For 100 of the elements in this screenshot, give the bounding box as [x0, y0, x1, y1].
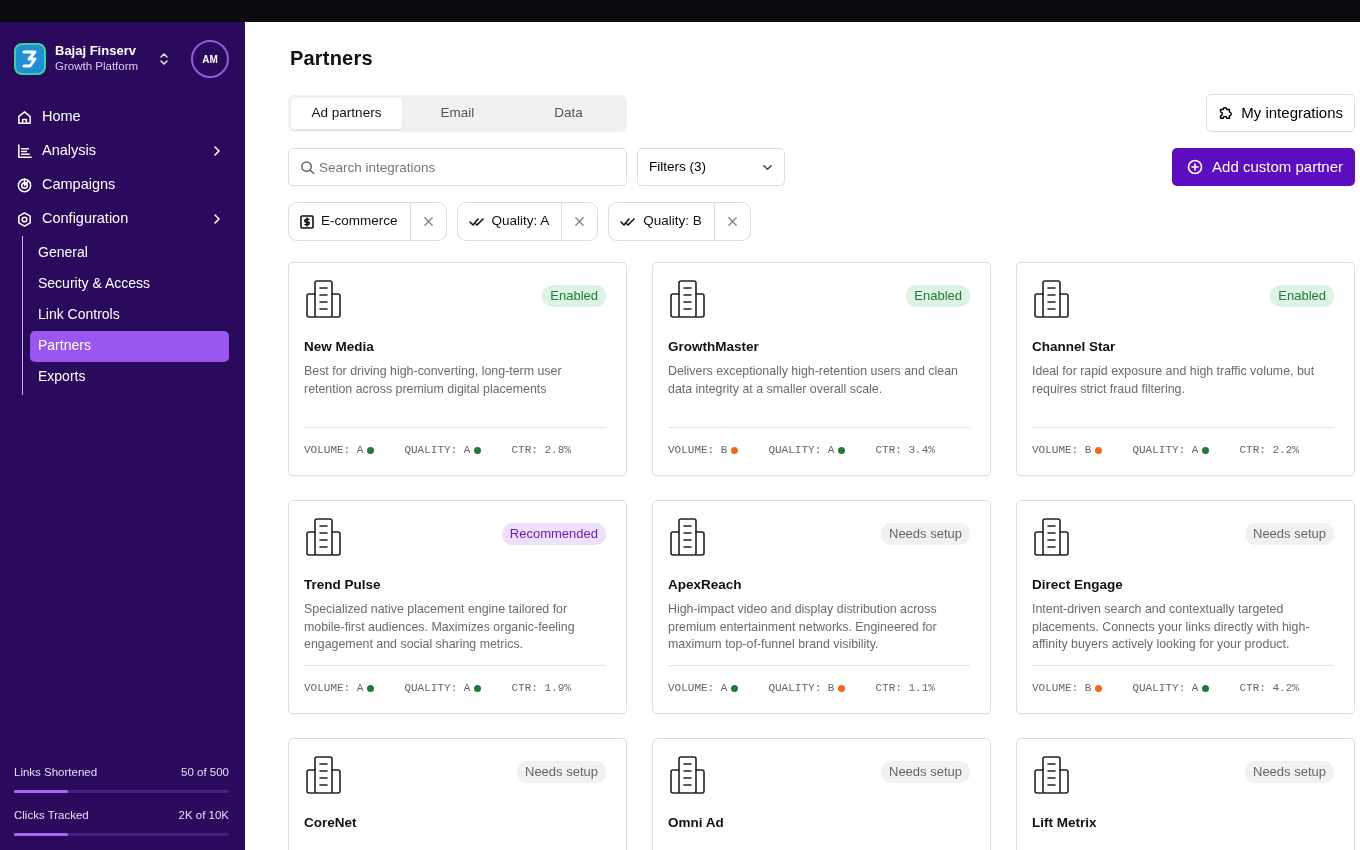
partner-name: GrowthMaster: [668, 338, 760, 356]
metric-label: CTR: 3.4%: [875, 443, 935, 459]
page-title: Partners: [290, 46, 374, 70]
status-badge: Needs setup: [1245, 523, 1334, 545]
partner-card[interactable]: Needs setup Lift Metrix: [1016, 738, 1355, 850]
usage-label: Clicks Tracked: [14, 807, 89, 823]
close-icon: [574, 216, 586, 227]
subnav-item[interactable]: Exports: [30, 362, 229, 393]
metric-label: QUALITY: A: [1132, 443, 1199, 459]
add-partner-button[interactable]: Add custom partner: [1172, 148, 1355, 186]
metric-label: VOLUME: A: [304, 443, 364, 459]
my-integrations-button[interactable]: My integrations: [1206, 94, 1355, 132]
status-badge: Enabled: [906, 285, 970, 307]
subnav-item[interactable]: Partners: [30, 331, 229, 362]
usage-reading: 50 of 500: [181, 764, 229, 780]
user-avatar[interactable]: AM: [191, 40, 229, 78]
usage-label: Links Shortened: [14, 764, 98, 780]
nav-item[interactable]: Analysis: [14, 134, 229, 168]
metric-label: VOLUME: A: [668, 681, 728, 697]
metric-label: QUALITY: A: [404, 443, 471, 459]
nav-item[interactable]: Campaigns: [14, 168, 229, 202]
building-icon: [304, 755, 344, 795]
tab[interactable]: Email: [402, 97, 513, 129]
chip-label: Quality: A: [491, 212, 550, 231]
brand-name: Bajaj Finserv: [55, 42, 137, 59]
double-check-icon: [620, 215, 637, 228]
chip-label: E-commerce: [321, 212, 398, 231]
close-icon: [726, 216, 738, 227]
chart-icon: [16, 142, 33, 160]
building-icon: [1032, 517, 1072, 557]
metric-label: VOLUME: B: [1032, 443, 1092, 459]
partner-card[interactable]: Enabled Channel Star Ideal for rapid exposure and high traffic volume, but requires strict fraud filtering. VOLUME: B QUALITY: A CTR: 2.2%: [1016, 262, 1355, 476]
partner-description: Delivers exceptionally high-retention users and clean data integrity at a smaller overall scale.: [668, 363, 959, 398]
status-badge: Recommended: [501, 523, 606, 545]
building-icon: [1032, 755, 1072, 795]
partner-name: CoreNet: [304, 814, 358, 832]
status-badge: Enabled: [542, 285, 606, 307]
status-badge: Needs setup: [881, 761, 970, 783]
nav-item[interactable]: Configuration: [14, 202, 229, 236]
partner-card[interactable]: Enabled GrowthMaster Delivers exceptionally high-retention users and clean data integrity at a smaller overall scale. VOLUME: B QUALITY: A CTR: 3.4%: [652, 262, 991, 476]
partner-description: Best for driving high-converting, long-term user retention across premium digital placements: [304, 363, 563, 398]
partner-name: Direct Engage: [1032, 576, 1124, 594]
metric-label: VOLUME: B: [668, 443, 728, 459]
subnav-item[interactable]: Security & Access: [30, 269, 229, 300]
tab[interactable]: Data: [513, 97, 624, 129]
usage-reading: 2K of 10K: [178, 807, 229, 823]
metric-label: CTR: 4.2%: [1239, 681, 1299, 697]
partner-card[interactable]: Recommended Trend Pulse Specialized native placement engine tailored for mobile-first audiences. Maximizes organic-feeling engagement and social sharing metrics. VOLUME: A QUALITY: A CTR: 1.9%: [288, 500, 627, 714]
partner-card[interactable]: Needs setup ApexReach High-impact video and display distribution across premium entertainment networks. Engineered for maximum top-of-funnel brand visibility. VOLUME: A QUALITY: B CTR: 1.1%: [652, 500, 991, 714]
subnav-item[interactable]: General: [30, 238, 229, 269]
nav-item[interactable]: Home: [14, 100, 229, 134]
building-icon: [668, 755, 708, 795]
building-icon: [304, 279, 344, 319]
partner-description: Specialized native placement engine tailored for mobile-first audiences. Maximizes organic-feeling engagement and social sharing metrics.: [304, 601, 576, 654]
metric-label: QUALITY: A: [1132, 681, 1199, 697]
partner-name: ApexReach: [668, 576, 743, 594]
partner-card[interactable]: Needs setup Omni Ad: [652, 738, 991, 850]
status-badge: Needs setup: [1245, 761, 1334, 783]
home-icon: [16, 108, 33, 126]
plus-circle-icon: [1187, 159, 1204, 175]
double-check-icon: [468, 215, 485, 228]
partner-card[interactable]: Needs setup CoreNet: [288, 738, 627, 850]
close-icon: [422, 216, 434, 227]
chip-label: Quality: B: [643, 212, 702, 231]
metric-label: VOLUME: B: [1032, 681, 1092, 697]
puzzle-icon: [1217, 105, 1234, 121]
partner-name: New Media: [304, 338, 375, 356]
search-icon: [300, 160, 315, 175]
metric-label: CTR: 1.9%: [511, 681, 571, 697]
metric-label: QUALITY: A: [404, 681, 471, 697]
metric-label: QUALITY: B: [768, 681, 835, 697]
brand-subtitle: Growth Platform: [55, 59, 139, 75]
building-icon: [668, 517, 708, 557]
dollar-icon: [300, 214, 314, 229]
metric-label: CTR: 2.2%: [1239, 443, 1299, 459]
chevron-right-icon: [211, 213, 223, 225]
subnav-item[interactable]: Link Controls: [30, 300, 229, 331]
building-icon: [304, 517, 344, 557]
metric-label: VOLUME: A: [304, 681, 364, 697]
status-badge: Needs setup: [517, 761, 606, 783]
building-icon: [668, 279, 708, 319]
settings-icon: [16, 210, 33, 228]
partner-name: Omni Ad: [668, 814, 725, 832]
status-badge: Enabled: [1270, 285, 1334, 307]
tab[interactable]: Ad partners: [291, 97, 402, 129]
partner-name: Trend Pulse: [304, 576, 382, 594]
logo-icon: [14, 43, 46, 75]
partner-description: High-impact video and display distribution across premium entertainment networks. Engineered for maximum top-of-funnel brand visibility.: [668, 601, 938, 654]
partner-card[interactable]: Enabled New Media Best for driving high-converting, long-term user retention across premium digital placements VOLUME: A QUALITY: A CTR: 2.8%: [288, 262, 627, 476]
switcher-icon: [158, 51, 170, 67]
building-icon: [1032, 279, 1072, 319]
partner-name: Channel Star: [1032, 338, 1117, 356]
partner-name: Lift Metrix: [1032, 814, 1098, 832]
chevron-right-icon: [211, 145, 223, 157]
partner-description: Ideal for rapid exposure and high traffic volume, but requires strict fraud filtering.: [1032, 363, 1316, 398]
target-icon: [16, 176, 33, 194]
filter-dropdown[interactable]: Filters (3): [637, 148, 785, 186]
partner-card[interactable]: [1016, 500, 1355, 714]
search-field[interactable]: Search integrations: [288, 148, 627, 186]
partner-description: Intent-driven search and contextually targeted placements. Connects your links directly with high-affinity buyers actively looking for your product.: [1032, 601, 1311, 654]
